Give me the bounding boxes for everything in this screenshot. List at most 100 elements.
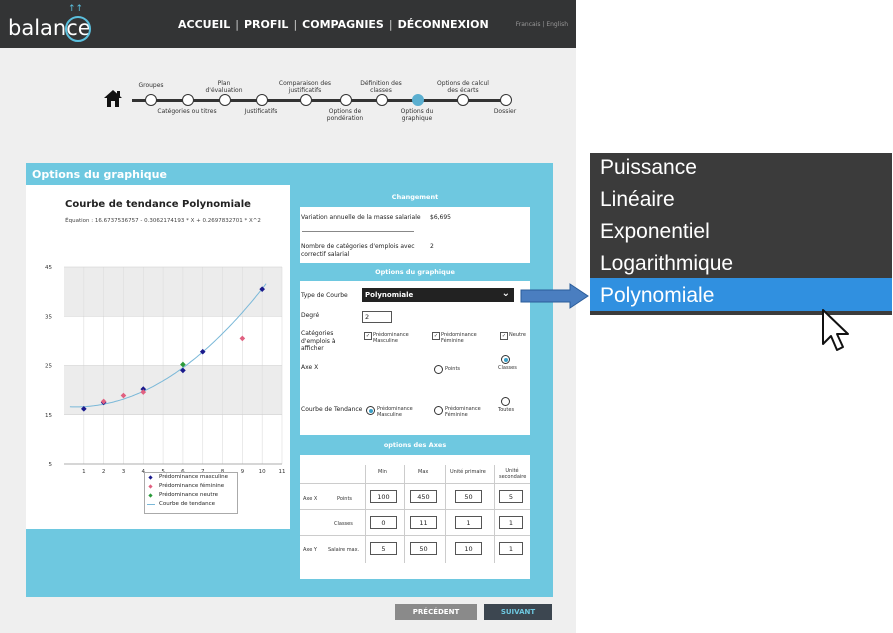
x-tick-label: 11 bbox=[279, 469, 286, 475]
y-unit2-input[interactable]: 1 bbox=[499, 542, 523, 555]
y-unit1-input[interactable]: 10 bbox=[455, 542, 482, 555]
x-points-unit1-input[interactable]: 50 bbox=[455, 490, 482, 503]
chart-legend: Prédominance masculine Prédominance fémi… bbox=[144, 472, 238, 514]
panel-title: Options du graphique bbox=[32, 168, 167, 181]
y-tick-label: 35 bbox=[45, 314, 52, 320]
y-max-input[interactable]: 50 bbox=[410, 542, 437, 555]
step-groupes[interactable] bbox=[145, 94, 157, 106]
cat-fem-label: Prédominance Féminine bbox=[441, 332, 477, 344]
tend-masc-radio[interactable] bbox=[366, 406, 375, 415]
x-classes-min-input[interactable]: 0 bbox=[370, 516, 397, 529]
degre-input[interactable]: 2 bbox=[362, 311, 392, 323]
step-calcul[interactable] bbox=[457, 94, 469, 106]
callout-arrow-icon bbox=[520, 283, 589, 309]
option-puissance[interactable]: Puissance bbox=[600, 156, 697, 180]
changement-header: Changement bbox=[300, 187, 530, 207]
next-button[interactable]: SUIVANT bbox=[484, 604, 552, 620]
up-arrows-icon: ↑↑ bbox=[68, 4, 84, 14]
chart-band bbox=[64, 267, 282, 317]
tend-fem-radio[interactable] bbox=[434, 406, 443, 415]
axe-x-label: Axe X bbox=[301, 364, 319, 371]
step-definition[interactable] bbox=[376, 94, 388, 106]
settings-form: Changement Variation annuelle de la mass… bbox=[300, 187, 530, 579]
degre-label: Degré bbox=[301, 312, 320, 319]
cat-neutre-label: Neutre bbox=[509, 332, 526, 338]
previous-button[interactable]: PRÉCÉDENT bbox=[395, 604, 477, 620]
balance-logo[interactable]: balance ↑↑ bbox=[8, 4, 98, 44]
col-divider bbox=[404, 465, 405, 563]
tend-toutes-radio[interactable] bbox=[501, 397, 510, 406]
step-label-calcul: Options de calcul des écarts bbox=[437, 80, 489, 94]
option-exponentiel[interactable]: Exponentiel bbox=[600, 220, 710, 244]
step-comparaison[interactable] bbox=[300, 94, 312, 106]
step-label-comparaison: Comparaison des justificatifs bbox=[278, 80, 332, 94]
points-row-label: Points bbox=[337, 496, 353, 502]
top-bar: balance ↑↑ ACCUEIL | PROFIL | COMPAGNIES | DÉC… bbox=[0, 0, 576, 48]
home-icon[interactable] bbox=[103, 88, 123, 108]
axe-x-classes-radio[interactable] bbox=[501, 355, 510, 364]
cat-fem-checkbox[interactable]: ✓ bbox=[432, 332, 440, 340]
axe-x-points-radio[interactable] bbox=[434, 365, 443, 374]
row-divider bbox=[300, 509, 530, 510]
x-classes-unit1-input[interactable]: 1 bbox=[455, 516, 482, 529]
x-points-max-input[interactable]: 450 bbox=[410, 490, 437, 503]
step-justificatifs[interactable] bbox=[256, 94, 268, 106]
logo-ring-icon bbox=[65, 16, 91, 42]
x-classes-unit2-input[interactable]: 1 bbox=[499, 516, 523, 529]
axe-x-row-label: Axe X bbox=[303, 496, 318, 502]
step-label-categories: Catégories ou titres bbox=[157, 108, 217, 115]
legend-masc: Prédominance masculine bbox=[145, 473, 237, 482]
option-lineaire[interactable]: Linéaire bbox=[600, 188, 675, 212]
col-min: Min bbox=[378, 469, 387, 475]
y-tick-label: 25 bbox=[45, 364, 52, 370]
nav-accueil[interactable]: ACCUEIL bbox=[178, 18, 230, 31]
y-tick-label: 5 bbox=[49, 462, 53, 468]
x-classes-max-input[interactable]: 11 bbox=[410, 516, 437, 529]
step-dossier[interactable] bbox=[500, 94, 512, 106]
step-label-groupes: Groupes bbox=[138, 82, 164, 89]
type-courbe-select[interactable]: Polynomiale ⌄ bbox=[362, 288, 514, 302]
x-tick-label: 3 bbox=[122, 469, 126, 475]
nav-deconnexion[interactable]: DÉCONNEXION bbox=[398, 18, 489, 31]
lang-fr[interactable]: Francais bbox=[516, 21, 541, 28]
col-divider bbox=[445, 465, 446, 563]
legend-neutre: Prédominance neutre bbox=[145, 491, 237, 500]
legend-fem: Prédominance féminine bbox=[145, 482, 237, 491]
row-divider bbox=[300, 535, 530, 536]
courbe-tendance-label: Courbe de Tendance bbox=[301, 406, 363, 413]
chevron-down-icon: ⌄ bbox=[501, 288, 510, 299]
step-label-graphique: Options du graphique bbox=[400, 108, 434, 122]
axe-y-row-label: Axe Y bbox=[303, 547, 317, 553]
y-min-input[interactable]: 5 bbox=[370, 542, 397, 555]
step-label-justificatifs: Justificatifs bbox=[244, 108, 278, 115]
axes-header: options des Axes bbox=[300, 435, 530, 455]
nav-compagnies[interactable]: COMPAGNIES bbox=[302, 18, 384, 31]
divider bbox=[302, 231, 414, 232]
nav-profil[interactable]: PROFIL bbox=[244, 18, 289, 31]
cat-neutre-checkbox[interactable]: ✓ bbox=[500, 332, 508, 340]
col-divider bbox=[365, 465, 366, 563]
x-points-min-input[interactable]: 100 bbox=[370, 490, 397, 503]
type-courbe-value: Polynomiale bbox=[365, 291, 414, 299]
step-ponderation[interactable] bbox=[340, 94, 352, 106]
axe-x-classes-label: Classes bbox=[498, 365, 517, 371]
cat-masc-checkbox[interactable]: ✓ bbox=[364, 332, 372, 340]
tend-toutes-label: Toutes bbox=[498, 407, 515, 413]
row-divider bbox=[300, 483, 530, 484]
main-nav: ACCUEIL | PROFIL | COMPAGNIES | DÉCONNEXION bbox=[178, 18, 489, 31]
legend-trend: Courbe de tendance bbox=[145, 500, 237, 509]
option-logarithmique[interactable]: Logarithmique bbox=[600, 252, 733, 276]
step-label-ponderation: Options de pondération bbox=[326, 108, 364, 122]
chart-container: Courbe de tendance Polynomiale Équation … bbox=[26, 185, 290, 529]
option-polynomiale[interactable]: Polynomiale bbox=[600, 284, 714, 308]
x-tick-label: 9 bbox=[241, 469, 245, 475]
step-plan[interactable] bbox=[219, 94, 231, 106]
x-points-unit2-input[interactable]: 5 bbox=[499, 490, 523, 503]
step-categories[interactable] bbox=[182, 94, 194, 106]
data-point-series-1 bbox=[239, 335, 246, 342]
step-label-dossier: Dossier bbox=[493, 108, 517, 115]
classes-row-label: Classes bbox=[334, 521, 353, 527]
step-graphique[interactable] bbox=[412, 94, 424, 106]
lang-en[interactable]: English bbox=[546, 21, 568, 28]
nb-categories-value: 2 bbox=[430, 243, 434, 250]
